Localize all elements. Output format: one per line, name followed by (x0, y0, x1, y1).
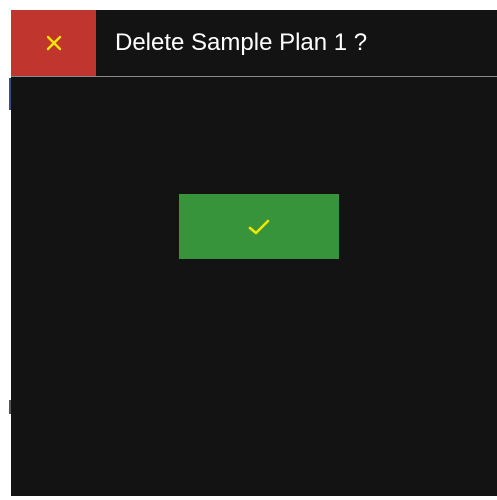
screen: Delete Sample Plan 1 ? (0, 0, 497, 500)
confirm-delete-button[interactable] (179, 194, 339, 259)
dialog-title: Delete Sample Plan 1 ? (115, 29, 368, 56)
delete-confirm-dialog: Delete Sample Plan 1 ? (11, 10, 497, 496)
close-button[interactable] (11, 10, 96, 76)
dialog-header: Delete Sample Plan 1 ? (11, 10, 497, 77)
checkmark-icon (248, 218, 270, 236)
close-icon (46, 35, 62, 51)
